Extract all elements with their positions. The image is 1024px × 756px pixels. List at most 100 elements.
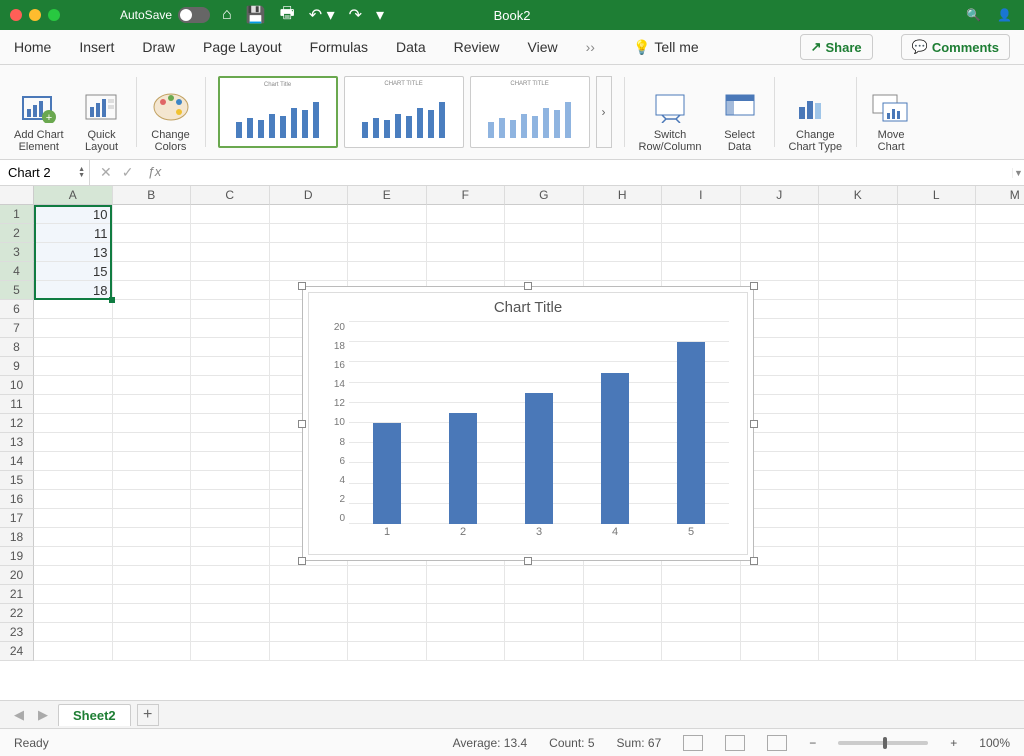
cell[interactable] [34, 376, 113, 395]
qat-more-icon[interactable]: ▾ [376, 5, 384, 25]
cell[interactable] [113, 509, 192, 528]
cell[interactable] [34, 433, 113, 452]
autosave-switch[interactable] [178, 7, 210, 23]
cell[interactable] [191, 623, 270, 642]
cell[interactable] [191, 452, 270, 471]
view-page-layout-button[interactable] [725, 735, 745, 751]
cell[interactable] [898, 547, 977, 566]
cell[interactable] [113, 585, 192, 604]
cell[interactable] [584, 642, 663, 661]
chart-bar[interactable] [373, 423, 401, 524]
cell[interactable] [898, 585, 977, 604]
cell[interactable] [819, 585, 898, 604]
cell[interactable] [348, 604, 427, 623]
cell[interactable] [113, 224, 192, 243]
cell[interactable] [662, 604, 741, 623]
name-box-stepper[interactable]: ▲▼ [78, 167, 85, 179]
cell[interactable] [348, 224, 427, 243]
cell[interactable] [270, 224, 349, 243]
selection-handle[interactable] [109, 297, 115, 303]
cell[interactable] [741, 262, 820, 281]
cell[interactable] [976, 224, 1024, 243]
row-header[interactable]: 22 [0, 604, 34, 623]
chart-style-2[interactable]: CHART TITLE [344, 76, 464, 148]
cell[interactable] [584, 262, 663, 281]
cell[interactable] [427, 604, 506, 623]
tab-view[interactable]: View [528, 39, 558, 55]
close-window-button[interactable] [10, 9, 22, 21]
row-header[interactable]: 20 [0, 566, 34, 585]
cell[interactable] [976, 433, 1024, 452]
cell[interactable] [898, 205, 977, 224]
cell[interactable] [898, 338, 977, 357]
cell[interactable] [113, 281, 192, 300]
row-header[interactable]: 10 [0, 376, 34, 395]
tab-draw[interactable]: Draw [142, 39, 175, 55]
cell[interactable] [113, 604, 192, 623]
cell[interactable] [976, 490, 1024, 509]
cell[interactable] [976, 566, 1024, 585]
cell[interactable] [741, 224, 820, 243]
cell[interactable] [898, 642, 977, 661]
cell[interactable] [976, 623, 1024, 642]
cell[interactable] [819, 300, 898, 319]
zoom-window-button[interactable] [48, 9, 60, 21]
cell[interactable] [662, 205, 741, 224]
cell[interactable] [976, 319, 1024, 338]
cell[interactable] [270, 205, 349, 224]
cell[interactable] [662, 623, 741, 642]
cell[interactable] [819, 547, 898, 566]
chart-styles-next[interactable]: › [596, 76, 612, 148]
cell[interactable] [819, 243, 898, 262]
cell[interactable] [113, 642, 192, 661]
worksheet-area[interactable]: ABCDEFGHIJKLM110211313415518678910111213… [0, 186, 1024, 700]
cell[interactable] [427, 623, 506, 642]
account-icon[interactable]: 👤 [997, 8, 1012, 22]
move-chart-button[interactable]: Move Chart [865, 69, 917, 155]
cell[interactable] [819, 433, 898, 452]
cell[interactable] [34, 623, 113, 642]
cell[interactable] [113, 433, 192, 452]
cell[interactable] [741, 642, 820, 661]
cell[interactable] [819, 471, 898, 490]
select-data-button[interactable]: Select Data [714, 69, 766, 155]
cell[interactable] [113, 395, 192, 414]
cell[interactable] [898, 566, 977, 585]
cell[interactable] [113, 547, 192, 566]
cell[interactable] [505, 623, 584, 642]
cell[interactable] [348, 585, 427, 604]
cell[interactable] [819, 623, 898, 642]
row-header[interactable]: 3 [0, 243, 34, 262]
cell[interactable] [898, 376, 977, 395]
zoom-slider[interactable] [838, 741, 928, 745]
cell[interactable] [348, 243, 427, 262]
share-button[interactable]: ↗ Share [800, 34, 873, 60]
cell[interactable] [584, 566, 663, 585]
cell[interactable]: 15 [34, 262, 113, 281]
cell[interactable] [113, 243, 192, 262]
cell[interactable] [505, 642, 584, 661]
row-header[interactable]: 7 [0, 319, 34, 338]
cell[interactable] [34, 414, 113, 433]
cell[interactable] [976, 300, 1024, 319]
chart-resize-handle[interactable] [298, 557, 306, 565]
cell[interactable] [662, 585, 741, 604]
tab-page-layout[interactable]: Page Layout [203, 39, 282, 55]
cell[interactable]: 10 [34, 205, 113, 224]
cell[interactable] [505, 224, 584, 243]
cell[interactable] [34, 585, 113, 604]
cell[interactable] [191, 566, 270, 585]
cell[interactable] [819, 566, 898, 585]
chart-resize-handle[interactable] [298, 420, 306, 428]
autosave-toggle[interactable]: AutoSave OFF [120, 7, 208, 23]
cell[interactable] [819, 414, 898, 433]
row-header[interactable]: 12 [0, 414, 34, 433]
cell[interactable] [348, 623, 427, 642]
cell[interactable] [113, 414, 192, 433]
cell[interactable] [976, 338, 1024, 357]
cell[interactable] [348, 642, 427, 661]
cell[interactable] [348, 205, 427, 224]
cell[interactable] [819, 357, 898, 376]
column-header[interactable]: I [662, 186, 741, 205]
cell[interactable] [976, 262, 1024, 281]
